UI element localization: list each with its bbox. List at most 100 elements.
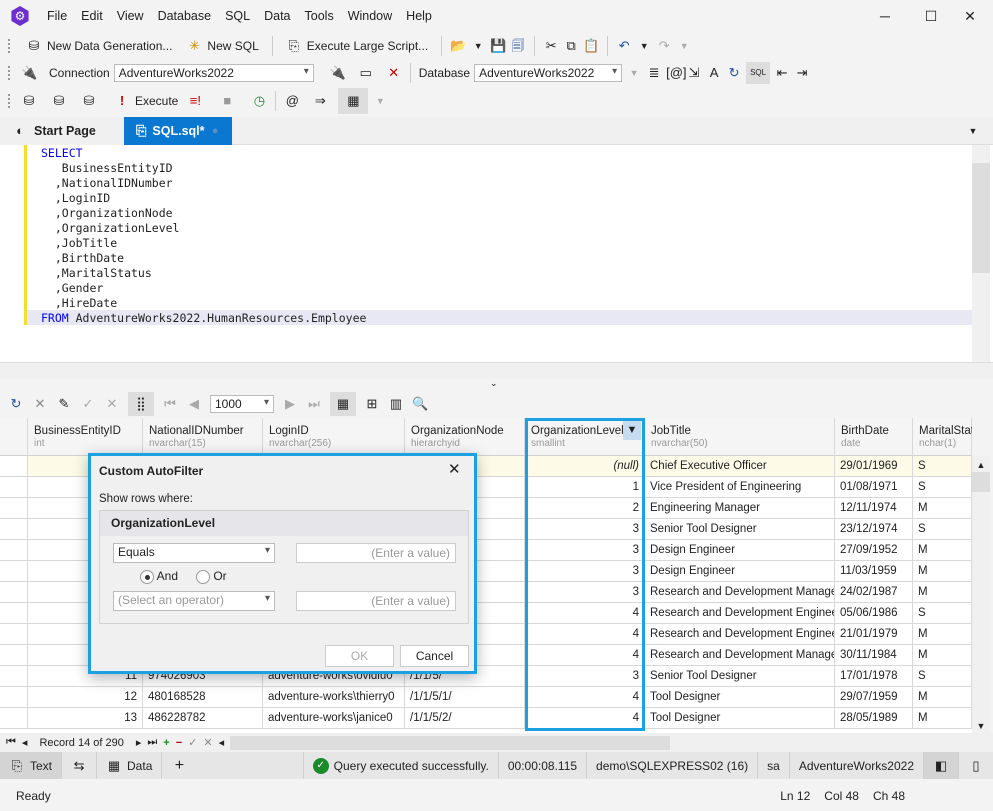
database-edit-icon[interactable]: ⛁ — [21, 93, 37, 109]
grid-cell[interactable]: 12 — [28, 687, 143, 708]
export-grid-icon[interactable]: ▦ — [338, 88, 369, 114]
discard-icon[interactable]: ✕ — [104, 396, 120, 412]
row-indicator[interactable] — [0, 687, 28, 708]
grid-cell[interactable]: 480168528 — [143, 687, 263, 708]
scroll-left-icon[interactable]: ◂ — [219, 736, 225, 749]
tabs-dropdown-icon[interactable]: ▼ — [965, 123, 981, 139]
grid-cell[interactable]: 05/06/1986 — [835, 603, 913, 624]
grid-cell[interactable]: /1/1/5/2/ — [405, 708, 525, 729]
row-indicator[interactable] — [0, 477, 28, 498]
row-indicator[interactable] — [0, 603, 28, 624]
refresh-icon[interactable]: ↻ — [726, 65, 742, 81]
next-record-icon[interactable]: ▸ — [136, 736, 142, 749]
cut-icon[interactable]: ✂ — [543, 38, 559, 54]
menu-sql[interactable]: SQL — [218, 9, 257, 23]
editor-horizontal-scrollbar[interactable] — [0, 362, 993, 378]
grid-cell[interactable]: 29/01/1969 — [835, 456, 913, 477]
grid-vertical-scrollbar[interactable]: ▲ ▼ — [972, 456, 990, 733]
grid-cell[interactable]: 4 — [525, 624, 645, 645]
grid-cell[interactable]: Research and Development Engineer — [645, 603, 835, 624]
layout-full-button[interactable]: ▯ — [959, 752, 993, 779]
outline-icon[interactable]: ⇲ — [686, 65, 702, 81]
column-header[interactable]: OrganizationNode hierarchyid — [405, 418, 525, 456]
parameters-icon[interactable]: [@] — [666, 65, 686, 81]
menu-tools[interactable]: Tools — [298, 9, 341, 23]
grid-cell[interactable]: 3 — [525, 561, 645, 582]
history-icon[interactable]: ◷ — [251, 93, 267, 109]
database-check-icon[interactable]: ⛁ — [81, 93, 97, 109]
new-data-generation-button[interactable]: ⛁ New Data Generation... — [21, 36, 177, 56]
grid-cell[interactable]: Research and Development Manager — [645, 645, 835, 666]
text-tab[interactable]: ⎘ Text — [0, 752, 63, 779]
column-header[interactable]: NationalIDNumber nvarchar(15) — [143, 418, 263, 456]
save-all-icon[interactable]: 🗐 — [510, 38, 526, 54]
ok-button[interactable]: OK — [325, 645, 394, 667]
database-select[interactable]: AdventureWorks2022 — [474, 64, 623, 82]
grid-cell[interactable]: Research and Development Manager — [645, 582, 835, 603]
row-indicator[interactable] — [0, 666, 28, 687]
grid-cell[interactable]: 3 — [525, 519, 645, 540]
grid-cell[interactable]: 4 — [525, 687, 645, 708]
toolbar-grip[interactable] — [8, 94, 11, 108]
column-header[interactable]: LoginID nvarchar(256) — [263, 418, 405, 456]
operator1-select[interactable]: Equals — [113, 543, 275, 563]
grid-cell[interactable]: 4 — [525, 603, 645, 624]
row-indicator[interactable] — [0, 645, 28, 666]
grid-horizontal-scrollbar[interactable] — [230, 735, 671, 750]
grid-cell[interactable]: M — [913, 561, 972, 582]
menu-view[interactable]: View — [110, 9, 151, 23]
grid-cell[interactable]: 27/09/1952 — [835, 540, 913, 561]
or-radio[interactable]: Or — [196, 569, 227, 584]
grid-cell[interactable]: M — [913, 498, 972, 519]
menu-data[interactable]: Data — [257, 9, 297, 23]
operator2-select[interactable]: (Select an operator) — [113, 591, 275, 611]
toolbar-grip[interactable] — [8, 39, 11, 53]
grid-cell[interactable]: M — [913, 645, 972, 666]
prev-record-icon[interactable]: ◂ — [22, 736, 28, 749]
layout-split-button[interactable]: ◧ — [924, 752, 959, 779]
grid-cell[interactable]: 28/05/1989 — [835, 708, 913, 729]
splitter-chevron-icon[interactable]: ⌄ — [490, 378, 498, 389]
undo-icon[interactable]: ↶ — [616, 38, 632, 54]
value1-input[interactable]: (Enter a value) — [296, 543, 456, 563]
grid-cell[interactable]: 17/01/1978 — [835, 666, 913, 687]
grid-cell[interactable]: /1/1/5/1/ — [405, 687, 525, 708]
editor-vertical-scrollbar[interactable] — [972, 145, 990, 362]
database-refresh-icon[interactable]: ⛁ — [51, 93, 67, 109]
refresh-icon[interactable]: ↻ — [8, 396, 24, 412]
delete-record-icon[interactable]: − — [176, 737, 182, 749]
find-icon[interactable]: 🔍 — [412, 396, 428, 412]
grid-cell[interactable]: 13 — [28, 708, 143, 729]
export-text-icon[interactable]: ⇒ — [312, 93, 328, 109]
grid-cell[interactable]: S — [913, 477, 972, 498]
connect-icon[interactable]: 🔌 — [330, 65, 346, 81]
card-view-icon[interactable]: ⊞ — [364, 396, 380, 412]
grid-cell[interactable]: Chief Executive Officer — [645, 456, 835, 477]
menu-edit[interactable]: Edit — [74, 9, 110, 23]
grid-cell[interactable]: 23/12/1974 — [835, 519, 913, 540]
grid-cell[interactable]: Design Engineer — [645, 540, 835, 561]
add-record-icon[interactable]: + — [163, 737, 169, 749]
close-dialog-button[interactable]: ✕ — [448, 460, 461, 478]
grid-cell[interactable]: 2 — [525, 498, 645, 519]
first-record-icon[interactable]: ⏮ — [6, 736, 16, 749]
sql-mode-icon[interactable]: SQL — [746, 62, 771, 84]
confirm-record-icon[interactable]: ✓ — [188, 736, 197, 749]
grid-cell[interactable]: 3 — [525, 666, 645, 687]
row-indicator[interactable] — [0, 582, 28, 603]
tab-sql[interactable]: ⎘ SQL.sql* ● — [124, 117, 232, 145]
grid-cell[interactable]: 29/07/1959 — [835, 687, 913, 708]
chevron-down-icon[interactable]: ▼ — [636, 38, 652, 54]
stop-icon[interactable]: ■ — [219, 93, 235, 109]
minimize-button[interactable]: ─ — [862, 0, 908, 32]
grid-cell[interactable]: 1 — [525, 477, 645, 498]
redo-icon[interactable]: ↷ — [656, 38, 672, 54]
add-tab-button[interactable]: + — [162, 752, 196, 779]
row-indicator[interactable] — [0, 540, 28, 561]
grid-cell[interactable]: 24/02/1987 — [835, 582, 913, 603]
page-size-select[interactable]: 1000 — [210, 395, 274, 413]
grid-view-icon[interactable]: ▦ — [330, 392, 356, 416]
grid-cell[interactable]: 3 — [525, 582, 645, 603]
grid-cell[interactable]: 30/11/1984 — [835, 645, 913, 666]
column-header[interactable]: JobTitle nvarchar(50) — [645, 418, 835, 456]
